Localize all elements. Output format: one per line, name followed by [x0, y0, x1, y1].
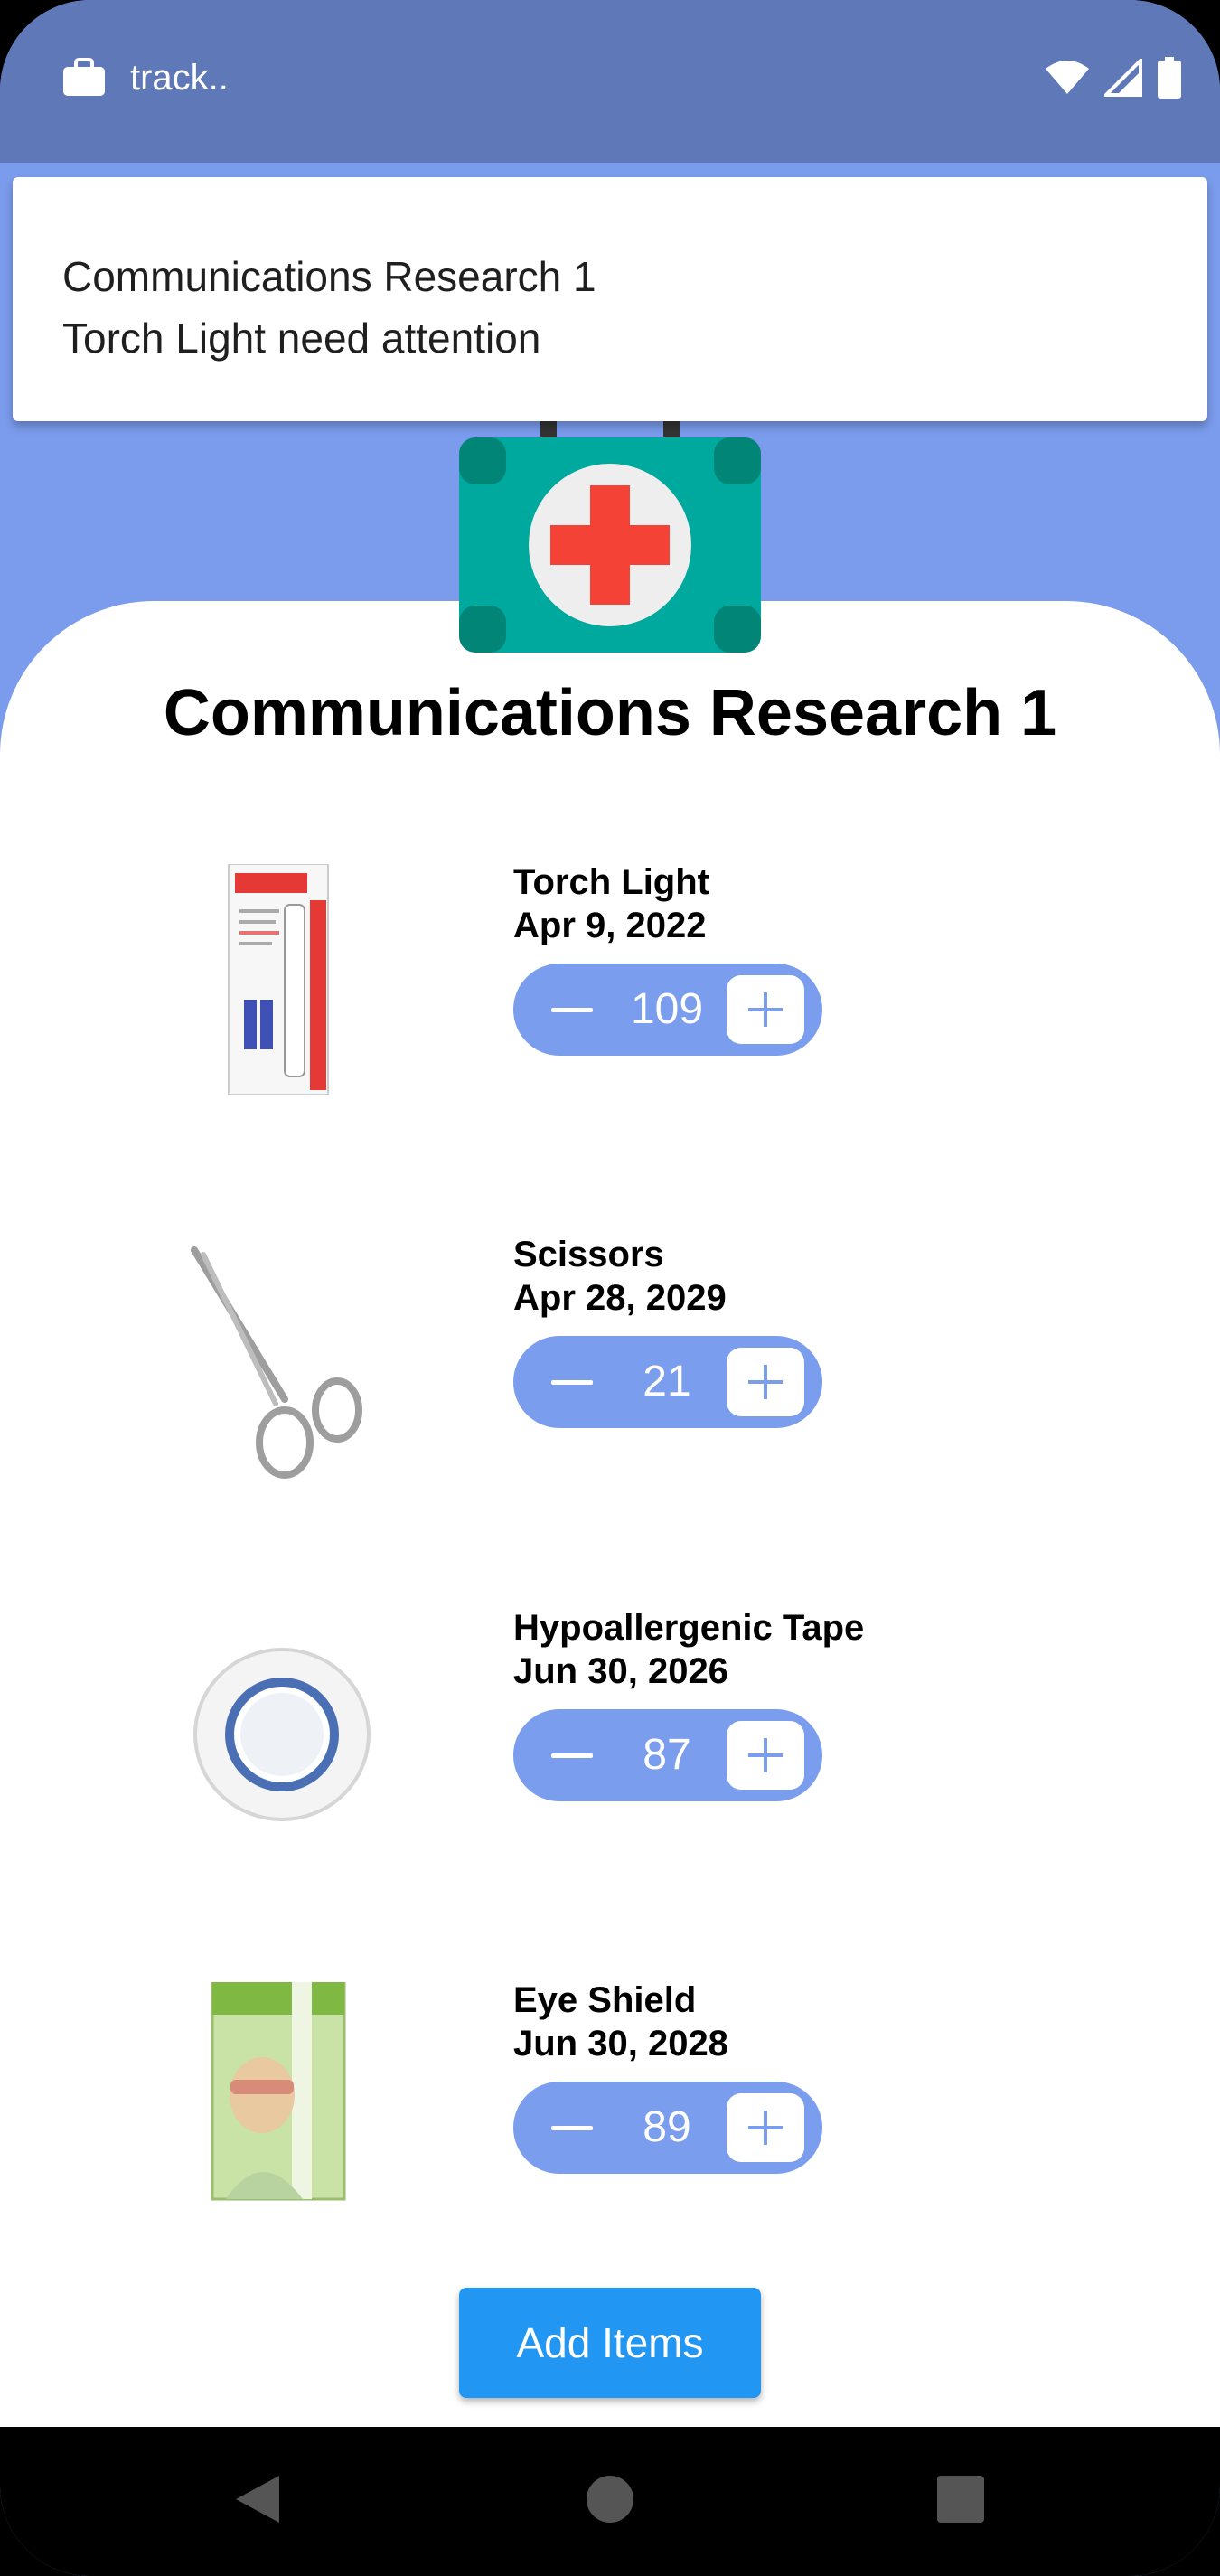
decrement-button[interactable] — [549, 1359, 595, 1405]
quantity-stepper: 21 — [513, 1336, 822, 1428]
battery-icon — [1158, 57, 1181, 99]
status-left: track.. — [61, 54, 229, 101]
home-icon[interactable] — [574, 2463, 646, 2535]
tape-roll-image — [193, 1648, 371, 1821]
status-app-label: track.. — [130, 57, 229, 98]
item-name: Eye Shield — [513, 1980, 697, 2020]
notification-banner[interactable]: Communications Research 1 Torch Light ne… — [13, 177, 1207, 421]
quantity-value: 87 — [643, 1731, 691, 1779]
quantity-stepper: 109 — [513, 964, 822, 1056]
briefcase-icon — [63, 58, 105, 96]
first-aid-kit-icon — [459, 437, 761, 653]
decrement-button[interactable] — [549, 987, 595, 1032]
phone-screen: track.. Communications Research 1 Torch … — [0, 0, 1220, 2576]
quantity-value: 109 — [630, 985, 704, 1033]
quantity-stepper: 89 — [513, 2082, 822, 2174]
list-item: Scissors Apr 28, 2029 21 — [0, 1235, 1220, 1508]
status-icons — [1045, 54, 1182, 101]
item-date: Apr 28, 2029 — [513, 1278, 727, 1318]
signal-icon — [1104, 59, 1142, 97]
back-icon[interactable] — [220, 2463, 292, 2535]
list-item: Hypoallergenic Tape Jun 30, 2026 87 — [0, 1608, 1220, 1881]
recents-icon[interactable] — [924, 2463, 997, 2535]
item-name: Torch Light — [513, 862, 709, 902]
item-date: Apr 9, 2022 — [513, 906, 707, 945]
list-item: Eye Shield Jun 30, 2028 89 — [0, 1980, 1220, 2253]
notification-title: Communications Research 1 — [62, 253, 596, 300]
scissors-image — [191, 1246, 362, 1479]
item-name: Hypoallergenic Tape — [513, 1608, 865, 1648]
status-bar: track.. — [0, 0, 1220, 163]
notification-message: Torch Light need attention — [62, 315, 541, 362]
decrement-button[interactable] — [549, 1733, 595, 1778]
increment-button[interactable] — [727, 1721, 804, 1790]
item-name: Scissors — [513, 1235, 664, 1274]
navigation-bar — [0, 2427, 1220, 2576]
page-title: Communications Research 1 — [163, 677, 1057, 749]
increment-button[interactable] — [727, 2093, 804, 2162]
quantity-value: 89 — [643, 2103, 691, 2151]
item-date: Jun 30, 2028 — [513, 2024, 728, 2064]
increment-button[interactable] — [727, 1348, 804, 1416]
quantity-value: 21 — [643, 1358, 691, 1406]
item-date: Jun 30, 2026 — [513, 1651, 728, 1691]
wifi-icon — [1046, 61, 1089, 94]
quantity-stepper: 87 — [513, 1709, 822, 1801]
torch-light-image — [228, 864, 329, 1095]
add-items-button[interactable]: Add Items — [459, 2288, 761, 2398]
list-item: Torch Light Apr 9, 2022 109 — [0, 862, 1220, 1135]
increment-button[interactable] — [727, 975, 804, 1044]
eye-shield-image — [211, 1982, 346, 2201]
decrement-button[interactable] — [549, 2105, 595, 2150]
